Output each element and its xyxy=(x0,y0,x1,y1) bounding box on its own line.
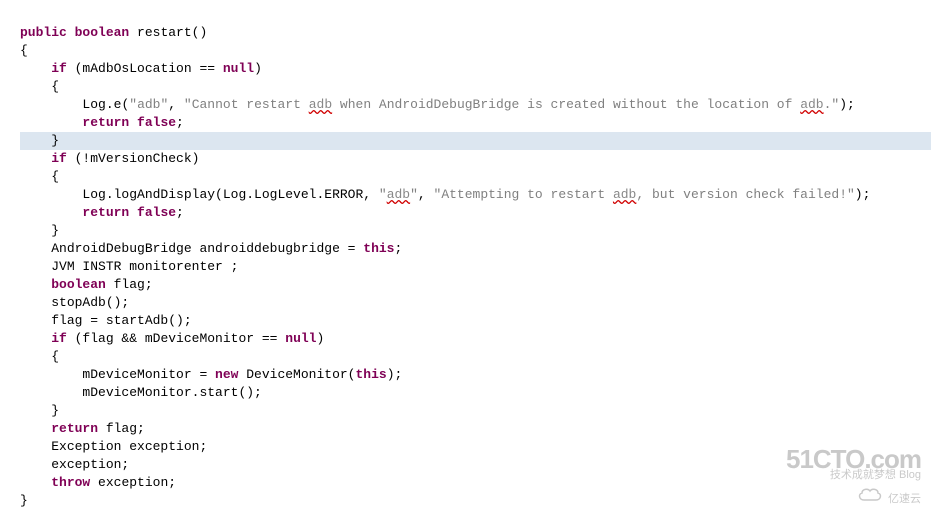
code-line: return false; xyxy=(20,115,184,130)
code-line: Log.e("adb", "Cannot restart adb when An… xyxy=(20,97,855,112)
code-line: mDeviceMonitor = new DeviceMonitor(this)… xyxy=(20,367,402,382)
code-line: return flag; xyxy=(20,421,145,436)
code-line: return false; xyxy=(20,205,184,220)
code-line: if (flag && mDeviceMonitor == null) xyxy=(20,331,324,346)
code-editor: public boolean restart() { if (mAdbOsLoc… xyxy=(0,0,931,516)
code-line: JVM INSTR monitorenter ; xyxy=(20,259,238,274)
highlighted-line: } xyxy=(20,132,931,150)
code-line: { xyxy=(20,349,59,364)
code-line: Log.logAndDisplay(Log.LogLevel.ERROR, "a… xyxy=(20,187,870,202)
code-line: { xyxy=(20,169,59,184)
code-line: if (mAdbOsLocation == null) xyxy=(20,61,262,76)
code-line: } xyxy=(20,403,59,418)
code-line: boolean flag; xyxy=(20,277,153,292)
code-line: { xyxy=(20,79,59,94)
code-line: public boolean restart() xyxy=(20,25,207,40)
code-line: AndroidDebugBridge androiddebugbridge = … xyxy=(20,241,402,256)
code-line: flag = startAdb(); xyxy=(20,313,192,328)
code-line: exception; xyxy=(20,457,129,472)
code-line: throw exception; xyxy=(20,475,176,490)
code-line: mDeviceMonitor.start(); xyxy=(20,385,262,400)
code-line: { xyxy=(20,43,28,58)
code-line: stopAdb(); xyxy=(20,295,129,310)
code-line: Exception exception; xyxy=(20,439,207,454)
code-line: } xyxy=(20,223,59,238)
code-line: if (!mVersionCheck) xyxy=(20,151,199,166)
